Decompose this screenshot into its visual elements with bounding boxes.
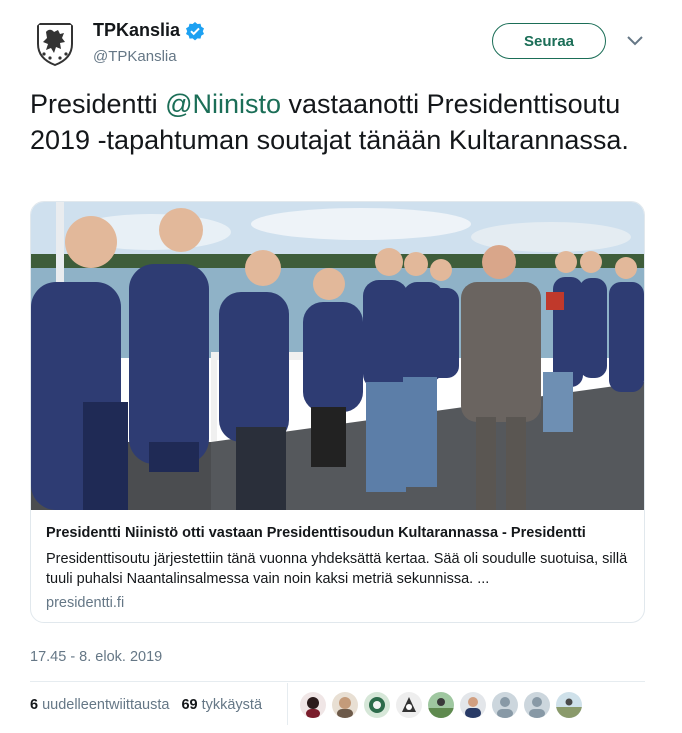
liker-avatar[interactable] — [460, 692, 486, 718]
tweet-timestamp[interactable]: 17.45 - 8. elok. 2019 — [30, 649, 162, 665]
link-card[interactable]: Presidentti Niinistö otti vastaan Presid… — [30, 201, 645, 623]
coat-of-arms-icon[interactable] — [30, 18, 80, 68]
liker-avatar[interactable] — [396, 692, 422, 718]
divider — [287, 683, 288, 725]
card-description: Presidenttisoutu järjestettiin tänä vuon… — [46, 551, 628, 587]
divider — [30, 681, 645, 682]
retweets-count: 6 — [30, 697, 39, 713]
verified-badge-icon — [185, 21, 205, 41]
liker-avatar[interactable] — [524, 692, 550, 718]
liker-avatar[interactable] — [428, 692, 454, 718]
liker-avatar[interactable] — [492, 692, 518, 718]
chevron-down-icon[interactable] — [626, 34, 644, 48]
likes-stat[interactable]: 69 tykkäystä — [181, 697, 262, 713]
tweet-text-start: Presidentti — [30, 89, 166, 119]
retweets-label: uudelleentwiittausta — [42, 697, 170, 713]
card-title[interactable]: Presidentti Niinistö otti vastaan Presid… — [46, 525, 636, 541]
likes-label: tykkäystä — [201, 697, 263, 713]
liker-avatar[interactable] — [300, 692, 326, 718]
liker-avatar[interactable] — [556, 692, 582, 718]
author-name-text[interactable]: TPKanslia — [93, 20, 180, 41]
engagement-stats: 6 uudelleentwiittausta 69 tykkäystä — [30, 697, 262, 713]
likes-count: 69 — [181, 697, 198, 713]
tweet-text: Presidentti @Niinisto vastaanotti Presid… — [30, 86, 660, 158]
author-handle[interactable]: @TPKanslia — [93, 48, 177, 65]
liker-avatar[interactable] — [364, 692, 390, 718]
mention-link[interactable]: @Niinisto — [165, 89, 281, 119]
card-photo[interactable] — [31, 202, 644, 510]
tweet-header: TPKanslia @TPKanslia Seuraa — [0, 0, 682, 80]
follow-button[interactable]: Seuraa — [492, 23, 606, 59]
likers-avatars — [300, 692, 582, 718]
liker-avatar[interactable] — [332, 692, 358, 718]
card-domain: presidentti.fi — [46, 595, 125, 611]
retweets-stat[interactable]: 6 uudelleentwiittausta — [30, 697, 169, 713]
author-name[interactable]: TPKanslia — [93, 20, 205, 41]
